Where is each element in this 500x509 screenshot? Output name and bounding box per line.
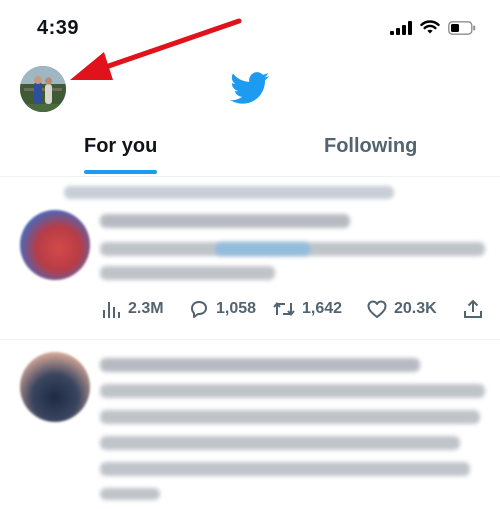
reply-button[interactable]: 1,058	[188, 298, 256, 320]
tweet-actions: 2.3M 1,058 1,642 20.3K	[100, 298, 490, 324]
tweet-author-avatar[interactable]	[20, 352, 90, 422]
share-icon	[464, 299, 482, 318]
tab-for-you-label: For you	[84, 135, 158, 157]
retweet-button[interactable]: 1,642	[272, 298, 342, 320]
tweet-author-avatar[interactable]	[20, 210, 90, 280]
tabs-divider	[0, 176, 500, 177]
blurred-text-line	[100, 462, 470, 476]
blurred-name-line	[100, 358, 420, 372]
views-button[interactable]: 2.3M	[100, 298, 164, 320]
status-icons	[390, 20, 476, 35]
twitter-bird-icon[interactable]	[230, 72, 270, 105]
tab-following-label: Following	[324, 135, 418, 157]
battery-icon	[448, 20, 476, 35]
blurred-link	[215, 242, 310, 256]
blurred-header-line	[64, 186, 394, 199]
tweet-divider	[0, 339, 500, 340]
profile-photo-icon	[20, 66, 66, 112]
views-count: 2.3M	[128, 300, 164, 317]
reply-icon	[191, 301, 207, 318]
blurred-name-line	[100, 214, 350, 228]
blurred-text-line	[100, 266, 275, 280]
reply-count: 1,058	[216, 300, 257, 317]
profile-avatar[interactable]	[20, 66, 66, 112]
tab-active-indicator	[84, 170, 158, 174]
retweet-count: 1,642	[302, 300, 343, 317]
blurred-text-line	[100, 436, 460, 450]
blurred-text-line	[100, 384, 485, 398]
timeline-tabs: For you Following	[0, 124, 500, 176]
views-icon	[103, 302, 120, 318]
blurred-text-line	[100, 410, 480, 424]
cellular-signal-icon	[390, 20, 412, 35]
status-time: 4:39	[37, 17, 80, 39]
share-button[interactable]	[462, 298, 484, 320]
like-button[interactable]: 20.3K	[366, 298, 437, 320]
blurred-text-line	[100, 488, 160, 500]
wifi-icon	[420, 20, 440, 34]
like-count: 20.3K	[394, 300, 437, 317]
tab-for-you[interactable]: For you	[84, 124, 158, 176]
status-bar: 4:39	[0, 0, 500, 60]
tab-following[interactable]: Following	[324, 124, 417, 176]
retweet-icon	[273, 301, 295, 317]
heart-icon	[367, 300, 387, 318]
